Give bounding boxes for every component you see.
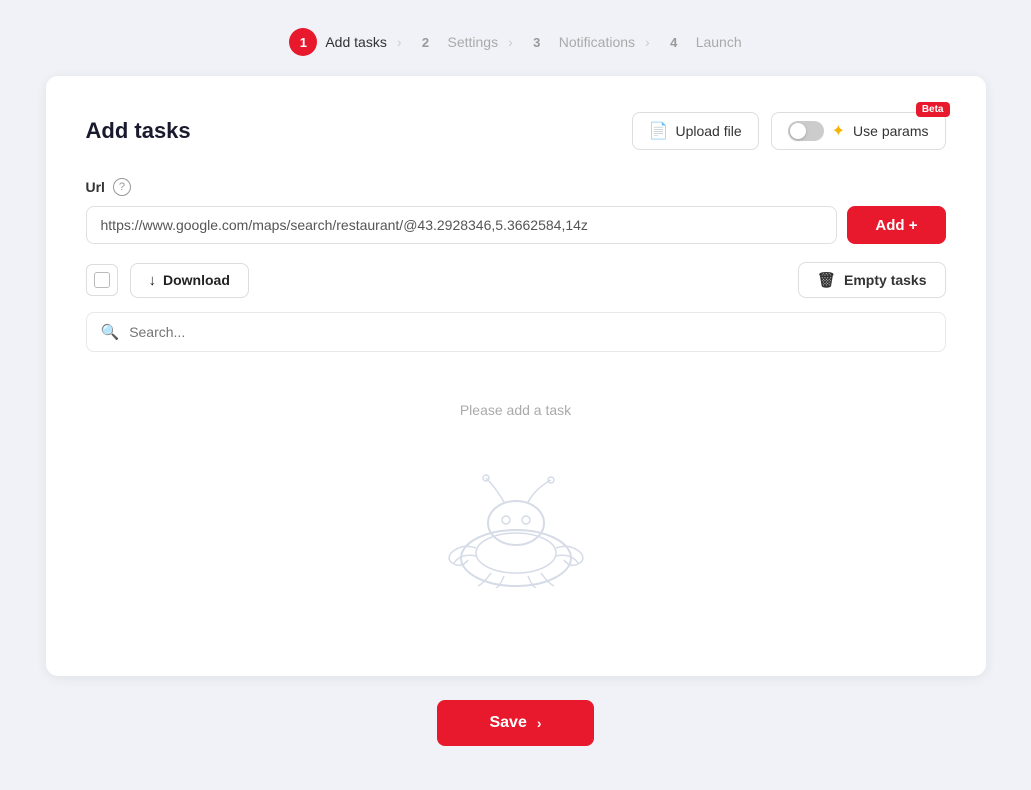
search-input[interactable] bbox=[129, 324, 930, 340]
download-arrow-icon: ↓ bbox=[149, 272, 157, 289]
download-label: Download bbox=[163, 272, 230, 288]
use-params-button[interactable]: ✦ Use params bbox=[771, 112, 946, 150]
save-label: Save bbox=[489, 714, 526, 732]
select-all-checkbox[interactable] bbox=[86, 264, 118, 296]
upload-file-button[interactable]: 📄 Upload file bbox=[632, 112, 759, 150]
step-chevron-2: › bbox=[508, 34, 513, 50]
search-icon: 🔍 bbox=[101, 323, 120, 341]
checkbox-inner bbox=[94, 272, 110, 288]
main-card: Add tasks 📄 Upload file Beta ✦ Use param… bbox=[46, 76, 986, 676]
empty-tasks-label: Empty tasks bbox=[844, 272, 926, 288]
upload-file-label: Upload file bbox=[675, 123, 741, 139]
step-4-label: Launch bbox=[696, 34, 742, 50]
save-button[interactable]: Save › bbox=[437, 700, 593, 746]
search-input-wrapper: 🔍 bbox=[86, 312, 946, 352]
step-2-label: Settings bbox=[448, 34, 499, 50]
toggle-knob bbox=[790, 123, 806, 139]
step-4[interactable]: 4 Launch bbox=[660, 28, 742, 56]
robot-illustration bbox=[396, 448, 636, 588]
footer: Save › bbox=[0, 676, 1031, 776]
step-4-number: 4 bbox=[660, 28, 688, 56]
step-3[interactable]: 3 Notifications bbox=[523, 28, 635, 56]
step-3-number: 3 bbox=[523, 28, 551, 56]
empty-state-text: Please add a task bbox=[460, 402, 571, 418]
card-header: Add tasks 📄 Upload file Beta ✦ Use param… bbox=[86, 112, 946, 150]
stepper: 1 Add tasks › 2 Settings › 3 Notificatio… bbox=[0, 0, 1031, 76]
step-3-label: Notifications bbox=[559, 34, 635, 50]
step-2[interactable]: 2 Settings bbox=[412, 28, 499, 56]
save-chevron-icon: › bbox=[537, 715, 542, 731]
search-row: 🔍 bbox=[86, 312, 946, 352]
step-1-label: Add tasks bbox=[325, 34, 386, 50]
step-1-number: 1 bbox=[289, 28, 317, 56]
header-actions: 📄 Upload file Beta ✦ Use params bbox=[632, 112, 946, 150]
page-title: Add tasks bbox=[86, 118, 191, 144]
step-chevron-1: › bbox=[397, 34, 402, 50]
empty-tasks-button[interactable]: 🗑 Empty tasks bbox=[798, 262, 946, 298]
url-input-row: Add + bbox=[86, 206, 946, 244]
step-1[interactable]: 1 Add tasks bbox=[289, 28, 386, 56]
download-button[interactable]: ↓ Download bbox=[130, 263, 249, 298]
help-icon[interactable]: ? bbox=[113, 178, 131, 196]
action-row: ↓ Download 🗑 Empty tasks bbox=[86, 262, 946, 298]
file-icon: 📄 bbox=[649, 121, 669, 141]
empty-state: Please add a task bbox=[86, 382, 946, 588]
star-icon: ✦ bbox=[832, 121, 845, 141]
step-2-number: 2 bbox=[412, 28, 440, 56]
trash-icon: 🗑 bbox=[817, 271, 836, 289]
step-chevron-3: › bbox=[645, 34, 650, 50]
use-params-toggle[interactable] bbox=[788, 121, 824, 141]
add-button[interactable]: Add + bbox=[847, 206, 945, 244]
url-input[interactable] bbox=[86, 206, 838, 244]
url-label-row: Url ? bbox=[86, 178, 946, 196]
url-label: Url bbox=[86, 179, 105, 195]
beta-badge: Beta bbox=[916, 102, 950, 117]
use-params-label: Use params bbox=[853, 123, 928, 139]
use-params-wrapper: Beta ✦ Use params bbox=[771, 112, 946, 150]
